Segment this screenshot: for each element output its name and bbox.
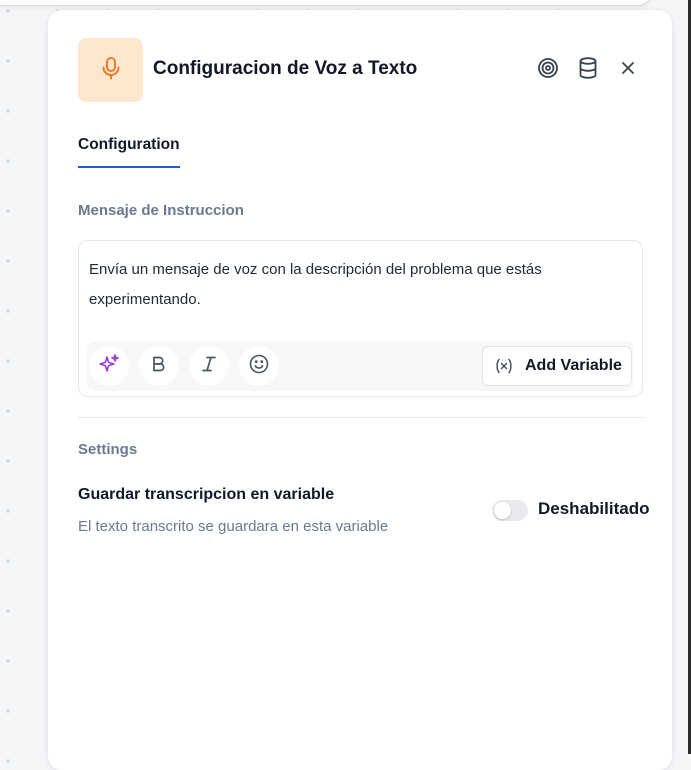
bold-button[interactable] <box>139 346 179 386</box>
close-button[interactable] <box>613 55 643 85</box>
save-transcription-toggle[interactable] <box>492 500 528 521</box>
close-icon <box>620 60 636 81</box>
sparkle-icon <box>98 353 120 380</box>
database-button[interactable] <box>573 55 603 85</box>
message-text[interactable]: Envía un mensaje de voz con la descripci… <box>89 255 622 315</box>
tab-bar: Configuration <box>78 136 180 168</box>
save-transcription-description: El texto transcrito se guardara en esta … <box>78 518 389 535</box>
database-icon <box>578 56 598 84</box>
emoji-button[interactable] <box>239 346 279 386</box>
background-node <box>0 0 652 6</box>
message-text-line: Envía un mensaje de voz con la descripci… <box>89 261 542 278</box>
add-variable-button[interactable]: Add Variable <box>482 346 632 386</box>
ai-generate-button[interactable] <box>89 346 129 386</box>
editor-toolbar: Add Variable <box>87 341 634 391</box>
message-editor[interactable]: Envía un mensaje de voz con la descripci… <box>78 240 643 397</box>
target-icon <box>537 57 559 84</box>
tab-configuration[interactable]: Configuration <box>78 136 180 168</box>
message-label: Mensaje de Instruccion <box>78 202 244 219</box>
microphone-icon <box>100 56 122 85</box>
emoji-icon <box>249 354 269 379</box>
toggle-status-label: Deshabilitado <box>538 499 650 518</box>
message-text-line: experimentando. <box>89 291 201 308</box>
bold-icon <box>150 355 168 378</box>
add-variable-label: Add Variable <box>525 357 622 374</box>
panel-title: Configuracion de Voz a Texto <box>153 58 418 79</box>
settings-label: Settings <box>78 441 138 458</box>
variable-icon <box>495 358 513 374</box>
italic-icon <box>200 355 218 378</box>
save-transcription-title: Guardar transcripcion en variable <box>78 486 335 503</box>
toggle-knob <box>494 502 511 519</box>
settings-panel: Configuracion de Voz a Texto Configurati… <box>48 10 672 770</box>
target-button[interactable] <box>533 55 563 85</box>
node-icon-box <box>78 38 143 102</box>
italic-button[interactable] <box>189 346 229 386</box>
section-divider <box>78 417 643 418</box>
panel-header: Configuracion de Voz a Texto <box>78 38 642 102</box>
